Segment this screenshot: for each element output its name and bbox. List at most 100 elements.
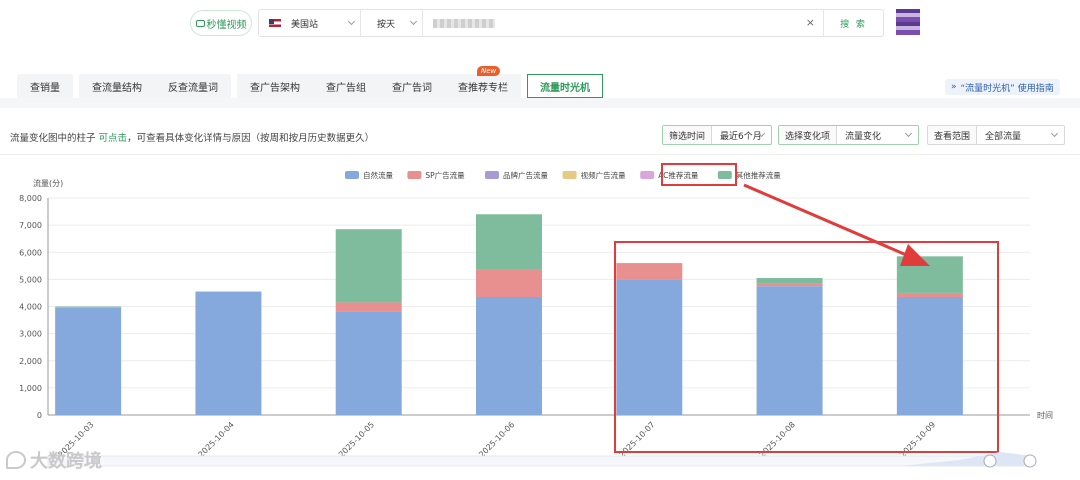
- tab-group-traffic: 查流量结构 反查流量词: [79, 74, 231, 98]
- scope-filter-value[interactable]: 全部流量: [977, 126, 1064, 144]
- mode-select[interactable]: 按天: [361, 10, 423, 36]
- legend-label: 其他推荐流量: [736, 170, 781, 180]
- legend-swatch: [562, 171, 577, 179]
- bar-segment: [476, 297, 542, 415]
- change-filter[interactable]: 选择变化项 流量变化: [778, 125, 919, 145]
- usage-guide-link[interactable]: » “流量时光机” 使用指南: [945, 79, 1060, 95]
- change-filter-label: 选择变化项: [779, 126, 838, 144]
- y-tick-label: 3,000: [19, 330, 42, 339]
- bar-segment: [896, 297, 963, 415]
- bar-segment: [195, 291, 262, 415]
- hint-prefix: 流量变化图中的柱子: [10, 133, 96, 144]
- zoom-slider-handle: [983, 454, 997, 468]
- new-badge: New: [477, 66, 501, 76]
- tab-sales[interactable]: 查销量: [17, 74, 73, 98]
- watermark-text: 大数跨境: [30, 451, 102, 472]
- search-button[interactable]: 搜 索: [823, 10, 883, 36]
- chevron-down-icon: [1050, 129, 1059, 138]
- bar-segment: [335, 311, 402, 415]
- time-filter-value-text: 最近6个月: [720, 131, 762, 142]
- watermark-logo-icon: [6, 451, 26, 469]
- scope-filter[interactable]: 查看范围 全部流量: [927, 125, 1065, 145]
- bar-segment: [616, 279, 683, 415]
- bar-segment: [896, 292, 963, 298]
- y-tick-label: 5,000: [19, 275, 42, 284]
- tab-traffic-structure[interactable]: 查流量结构: [79, 74, 155, 98]
- zoom-slider-track: [47, 455, 1034, 467]
- tab-traffic-time-machine[interactable]: 流量时光机: [527, 74, 603, 98]
- x-tick-label: 2025-10-04: [197, 420, 236, 459]
- y-tick-label: 2,000: [19, 357, 42, 366]
- chevron-down-icon: [904, 129, 913, 138]
- legend-swatch: [640, 171, 655, 179]
- bar-segment: [55, 307, 122, 415]
- legend-label: 品牌广告流量: [503, 170, 548, 180]
- tab-ad-structure[interactable]: 查广告架构: [237, 74, 313, 98]
- section-divider: [0, 98, 1080, 108]
- clear-icon[interactable]: ×: [806, 16, 815, 29]
- double-chevron-down-icon: »: [951, 82, 957, 92]
- search-input[interactable]: ×: [423, 10, 823, 36]
- bar-segment: [616, 263, 683, 280]
- y-tick-label: 6,000: [19, 248, 42, 257]
- tab-group-ads: 查广告架构 查广告组 查广告词 查推荐专栏: [237, 74, 521, 98]
- bar-segment: [55, 307, 122, 308]
- chevron-down-icon: [409, 17, 418, 26]
- site-select[interactable]: 美国站: [259, 10, 361, 36]
- avatar[interactable]: [896, 9, 920, 35]
- legend-label: 自然流量: [363, 170, 393, 180]
- search-box: 美国站 按天 × 搜 索: [258, 9, 884, 37]
- top-search-bar: 秒懂视频 美国站 按天 × 搜 索: [0, 0, 1080, 46]
- x-tick-label: 2025-10-05: [337, 420, 376, 459]
- filter-divider: [0, 154, 1080, 155]
- zoom-slider-handle: [1023, 454, 1037, 468]
- bar-segment: [335, 229, 402, 303]
- x-axis-ticks: 2025-10-03 2025-10-04 2025-10-05 2025-10-06…: [56, 420, 937, 459]
- bar-segment: [335, 302, 402, 312]
- video-tutorial-button[interactable]: 秒懂视频: [190, 10, 252, 36]
- x-tick-label: 2025-10-07: [617, 420, 656, 459]
- hint-suffix: ，可查看具体变化详情与原因（按周和按月历史数据更久）: [127, 133, 375, 144]
- bar-segment: [55, 306, 122, 308]
- x-tick-label: 2025-10-08: [758, 420, 797, 459]
- y-tick-label: 8,000: [19, 194, 42, 203]
- annotation-arrow-head: [900, 244, 930, 266]
- blurred-query-text: [433, 18, 495, 28]
- annotation-arrow-line: [743, 183, 919, 262]
- feature-tabs: 查销量 查流量结构 反查流量词 查广告架构 查广告组 查广告词 查推荐专栏 流量…: [17, 74, 603, 98]
- tab-group-sales: 查销量: [17, 74, 73, 98]
- chart-hint: 流量变化图中的柱子 可点击，可查看具体变化详情与原因（按周和按月历史数据更久）: [10, 130, 374, 144]
- legend-swatch: [717, 171, 732, 179]
- x-axis-label: 时间: [1037, 410, 1053, 420]
- y-axis-label: 流量(分): [33, 178, 63, 188]
- chart-zoom-slider[interactable]: [47, 452, 1037, 468]
- bar-segment: [756, 283, 823, 287]
- video-icon: [195, 19, 205, 27]
- video-tutorial-label: 秒懂视频: [206, 19, 247, 31]
- y-tick-label: 0: [37, 411, 42, 420]
- time-filter-label: 筛选时间: [663, 126, 713, 144]
- tab-recommend-column[interactable]: 查推荐专栏: [445, 74, 521, 98]
- time-filter[interactable]: 筛选时间 最近6个月: [662, 125, 772, 145]
- x-tick-label: 2025-10-09: [898, 420, 937, 459]
- scope-filter-value-text: 全部流量: [985, 131, 1022, 142]
- legend-swatch: [345, 171, 359, 179]
- y-tick-label: 7,000: [19, 221, 42, 230]
- scope-filter-label: 查看范围: [928, 126, 978, 144]
- change-filter-value[interactable]: 流量变化: [837, 126, 918, 144]
- time-filter-value[interactable]: 最近6个月: [712, 126, 771, 144]
- tab-ad-keywords[interactable]: 查广告词: [379, 74, 445, 98]
- bar-segment: [476, 269, 542, 298]
- legend-label: SP广告流量: [425, 170, 465, 180]
- legend-label: AC推荐流量: [658, 170, 699, 180]
- bar-segment: [756, 278, 823, 284]
- tab-reverse-keywords[interactable]: 反查流量词: [155, 74, 231, 98]
- site-select-value: 美国站: [291, 19, 319, 30]
- tab-ad-group[interactable]: 查广告组: [313, 74, 379, 98]
- change-filter-value-text: 流量变化: [845, 131, 882, 142]
- hint-clickable: 可点击: [98, 133, 128, 144]
- bar-segment: [756, 286, 823, 415]
- chart-legend: 自然流量 SP广告流量 品牌广告流量 视频广告流量 AC推荐流量 其他推荐流量: [345, 170, 781, 180]
- legend-swatch: [407, 171, 422, 179]
- y-tick-label: 4,000: [19, 303, 42, 312]
